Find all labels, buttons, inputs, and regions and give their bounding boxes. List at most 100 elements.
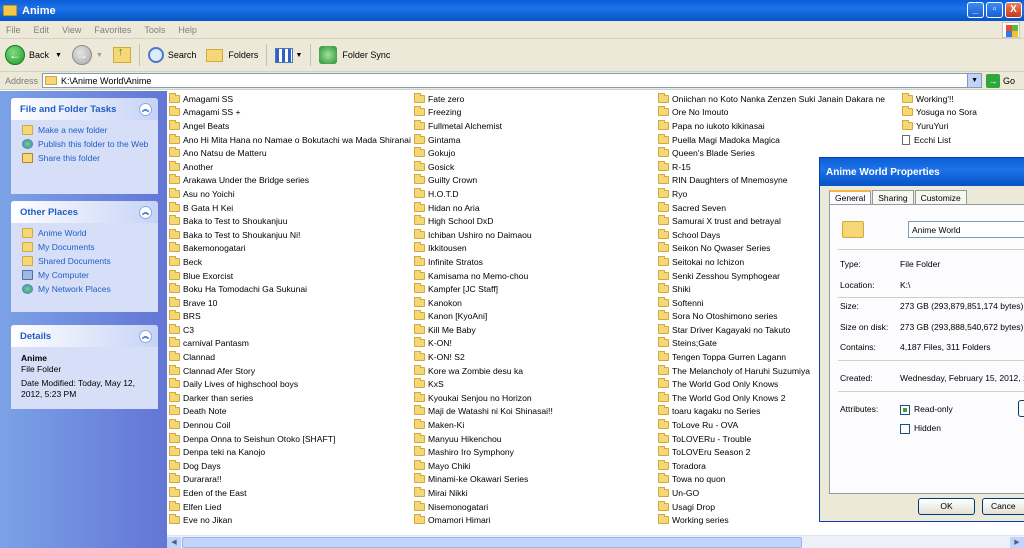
folder-item[interactable]: Working'!! [902,92,977,106]
folder-item[interactable]: Another [169,160,411,174]
close-button[interactable]: X [1005,2,1022,18]
folder-item[interactable]: Papa no iukoto kikinasai [658,119,885,133]
folder-item[interactable]: Fullmetal Alchemist [414,119,553,133]
folder-item[interactable]: Gokujo [414,146,553,160]
chevron-down-icon[interactable]: ▼ [967,74,982,87]
place-my-network-places[interactable]: My Network Places [22,284,152,294]
place-my-computer[interactable]: My Computer [22,270,152,280]
folder-item[interactable]: Angel Beats [169,119,411,133]
folder-item[interactable]: Kamisama no Memo-chou [414,269,553,283]
address-input[interactable]: K:\Anime World\Anime ▼ [42,73,983,88]
place-my-documents[interactable]: My Documents [22,242,152,252]
folder-item[interactable]: Minami-ke Okawari Series [414,473,553,487]
folder-item[interactable]: Denpa Onna to Seishun Otoko [SHAFT] [169,432,411,446]
folder-item[interactable]: Hidan no Aria [414,201,553,215]
place-anime-world[interactable]: Anime World [22,228,152,238]
folder-item[interactable]: Clannad [169,350,411,364]
window-titlebar[interactable]: Anime _ ▫ X [0,0,1024,21]
folder-item[interactable]: Death Note [169,405,411,419]
menu-favorites[interactable]: Favorites [94,25,131,35]
folder-item[interactable]: Boku Ha Tomodachi Ga Sukunai [169,282,411,296]
folder-item[interactable]: Kill Me Baby [414,323,553,337]
folder-item[interactable]: Fate zero [414,92,553,106]
folder-item[interactable]: Infinite Stratos [414,255,553,269]
folder-item[interactable]: Amagami SS + [169,106,411,120]
folder-item[interactable]: Kore wa Zombie desu ka [414,364,553,378]
scroll-right-icon[interactable]: ▶ [1010,537,1024,548]
folder-item[interactable]: Manyuu Hikenchou [414,432,553,446]
folder-name-field[interactable]: Anime World [908,221,1024,238]
go-button[interactable]: → Go [986,73,1015,88]
folder-item[interactable]: Asu no Yoichi [169,187,411,201]
folder-item[interactable]: Bakemonogatari [169,242,411,256]
folder-item[interactable]: Amagami SS [169,92,411,106]
folder-item[interactable]: Puella Magi Madoka Magica [658,133,885,147]
folder-item[interactable]: Ano Hi Mita Hana no Namae o Bokutachi wa… [169,133,411,147]
folder-item[interactable]: Gosick [414,160,553,174]
folder-item[interactable]: Baka to Test to Shoukanjuu [169,214,411,228]
menu-view[interactable]: View [62,25,81,35]
other-places-header[interactable]: Other Places ︽ [11,201,158,223]
folder-item[interactable]: K-ON! S2 [414,350,553,364]
folder-item[interactable]: Clannad Afer Story [169,364,411,378]
collapse-chevron-icon[interactable]: ︽ [139,329,152,343]
chevron-down-icon[interactable]: ▼ [96,52,103,59]
folder-item[interactable]: Baka to Test to Shoukanjuu Ni! [169,228,411,242]
ok-button[interactable]: OK [918,498,975,515]
folder-item[interactable]: Maken-Ki [414,418,553,432]
folder-item[interactable]: Dennou Coil [169,418,411,432]
make-new-folder-link[interactable]: Make a new folder [22,125,152,135]
advanced-button[interactable] [1018,400,1024,417]
file-folder-tasks-header[interactable]: File and Folder Tasks ︽ [11,98,158,120]
folder-item[interactable]: Ikkitousen [414,242,553,256]
share-folder-link[interactable]: Share this folder [22,153,152,163]
properties-title[interactable]: Anime World Properties [820,158,1024,186]
hidden-checkbox[interactable]: Hidden [900,423,941,434]
folder-item[interactable]: Gintama [414,133,553,147]
folder-item[interactable]: Mashiro Iro Symphony [414,445,553,459]
folder-item[interactable]: Eden of the East [169,486,411,500]
folder-item[interactable]: carnival Pantasm [169,337,411,351]
folder-item[interactable]: Eve no Jikan [169,513,411,527]
folder-item[interactable]: Brave 10 [169,296,411,310]
folder-item[interactable]: Oniichan no Koto Nanka Zenzen Suki Janai… [658,92,885,106]
details-header[interactable]: Details ︽ [11,325,158,347]
chevron-down-icon[interactable]: ▼ [55,52,62,59]
folders-button[interactable]: Folders [201,42,263,68]
folder-item[interactable]: Mayo Chiki [414,459,553,473]
folder-item[interactable]: KxS [414,377,553,391]
folder-item[interactable]: Guilty Crown [414,174,553,188]
folder-sync-button[interactable]: Folder Sync [314,42,395,68]
readonly-checkbox[interactable]: Read-only [900,404,953,415]
folder-item[interactable]: Beck [169,255,411,269]
folder-item[interactable]: Ichiban Ushiro no Daimaou [414,228,553,242]
back-button[interactable]: ← Back ▼ [0,42,67,68]
scroll-left-icon[interactable]: ◀ [167,537,181,548]
views-button[interactable]: ▼ [270,42,307,68]
search-button[interactable]: Search [143,42,202,68]
folder-item[interactable]: Freezing [414,106,553,120]
menu-tools[interactable]: Tools [144,25,165,35]
menu-file[interactable]: File [6,25,21,35]
place-shared-documents[interactable]: Shared Documents [22,256,152,266]
chevron-down-icon[interactable]: ▼ [295,52,302,59]
forward-button[interactable]: → ▼ [67,42,108,68]
tab-customize[interactable]: Customize [914,190,967,205]
folder-item[interactable]: Mirai Nikki [414,486,553,500]
file-item[interactable]: Ecchi List [902,133,977,147]
tab-general[interactable]: General [829,190,872,205]
folder-item[interactable]: Kanokon [414,296,553,310]
folder-item[interactable]: Arakawa Under the Bridge series [169,174,411,188]
horizontal-scrollbar[interactable]: ◀ ▶ [167,535,1024,548]
folder-item[interactable]: BRS [169,310,411,324]
folder-item[interactable]: Blue Exorcist [169,269,411,283]
folder-item[interactable]: Darker than series [169,391,411,405]
folder-item[interactable]: Kampfer [JC Staff] [414,282,553,296]
folder-item[interactable]: B Gata H Kei [169,201,411,215]
folder-item[interactable]: Yosuga no Sora [902,106,977,120]
folder-item[interactable]: Maji de Watashi ni Koi Shinasai!! [414,405,553,419]
maximize-button[interactable]: ▫ [986,2,1003,18]
folder-item[interactable]: Elfen Lied [169,500,411,514]
collapse-chevron-icon[interactable]: ︽ [139,102,152,116]
folder-item[interactable]: Daily Lives of highschool boys [169,377,411,391]
